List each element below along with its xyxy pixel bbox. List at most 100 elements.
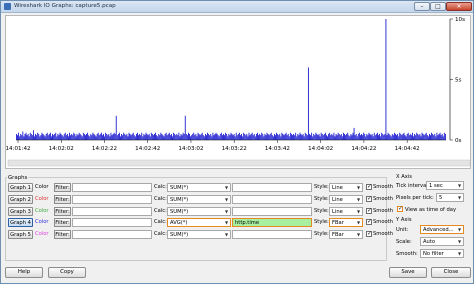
style-select[interactable]: Line ▼ — [329, 206, 363, 216]
calc-field-input[interactable] — [232, 183, 312, 192]
chart-bar — [352, 132, 354, 140]
y-axis-heading: Y Axis — [396, 217, 412, 223]
chart-bar — [248, 132, 250, 140]
graph-filter-input[interactable] — [72, 194, 152, 204]
scale-select[interactable]: Auto ▼ — [420, 237, 464, 246]
graph-toggle-button[interactable]: Graph 4 — [8, 218, 33, 228]
x-tick-label: 14:04:42 — [395, 146, 420, 152]
unit-select[interactable]: Advanced... ▼ — [420, 225, 464, 234]
calc-select[interactable]: SUM(*) ▼ — [167, 183, 231, 192]
calc-select[interactable]: SUM(*) ▼ — [167, 194, 231, 204]
chart-bar — [64, 132, 66, 140]
chart-bar — [227, 136, 229, 140]
chart-bar — [175, 135, 177, 140]
plot-scrollbar[interactable] — [7, 159, 471, 167]
chart-bar — [303, 136, 305, 140]
graph-toggle-button[interactable]: Graph 2 — [8, 194, 33, 204]
chart-bar — [358, 132, 360, 140]
close-button[interactable]: Close — [431, 267, 471, 278]
smooth-checkbox[interactable] — [366, 230, 372, 238]
chart-bar — [376, 132, 378, 140]
calc-field-input[interactable] — [232, 194, 312, 204]
graph-filter-button[interactable]: Filter: — [54, 230, 71, 240]
smooth-filter-select[interactable]: No filter ▼ — [420, 249, 464, 258]
chart-bar — [299, 132, 301, 140]
chart-bar — [200, 133, 202, 140]
graphs-group-label: Graphs — [7, 175, 29, 181]
chart-bar — [71, 133, 73, 140]
style-select[interactable]: FBar ▼ — [329, 218, 363, 228]
graphs-group: Graph 1 Color Filter: Calc: SUM(*) ▼ Style: Lin… — [5, 177, 393, 261]
chart-bar — [86, 133, 87, 140]
graph-color-button[interactable]: Color — [35, 184, 49, 190]
chevron-down-icon: ▼ — [457, 239, 462, 244]
chart-bar — [251, 132, 253, 140]
chart-bar — [348, 135, 350, 140]
view-time-checkbox[interactable] — [397, 205, 403, 212]
chart-bar — [34, 136, 35, 140]
chart-bar — [158, 133, 160, 140]
maximize-button[interactable]: □ — [430, 2, 446, 11]
close-window-button[interactable]: ✕ — [446, 2, 472, 11]
chart-bar — [198, 133, 200, 140]
chart-bar — [415, 135, 417, 140]
smooth-checkbox[interactable] — [366, 207, 372, 214]
calc-field-input[interactable] — [232, 230, 312, 240]
graph-color-button[interactable]: Color — [35, 231, 49, 237]
style-select[interactable]: Line ▼ — [329, 194, 363, 204]
chart-bar — [162, 135, 164, 140]
graph-filter-button[interactable]: Filter: — [54, 194, 71, 204]
chart-bar — [277, 133, 279, 140]
copy-button[interactable]: Copy — [48, 267, 86, 278]
calc-label: Calc: — [154, 207, 167, 214]
save-button[interactable]: Save — [389, 267, 427, 278]
chart-bar — [202, 135, 204, 140]
graph-color-button[interactable]: Color — [35, 219, 49, 225]
chart-bar — [438, 133, 440, 140]
chart-bar — [193, 132, 195, 140]
graph-color-button[interactable]: Color — [35, 196, 49, 202]
calc-field-input[interactable] — [232, 206, 312, 216]
chart-bar — [391, 133, 393, 140]
chart-bar — [44, 136, 46, 140]
chart-bar — [232, 135, 234, 140]
calc-select[interactable]: AVG(*) ▼ — [167, 218, 231, 228]
calc-select[interactable]: SUM(*) ▼ — [167, 230, 231, 240]
graph-toggle-button[interactable]: Graph 1 — [8, 183, 33, 192]
pixels-per-tick-label: Pixels per tick: — [396, 195, 434, 201]
graph-filter-button[interactable]: Filter: — [54, 206, 71, 216]
style-select[interactable]: FBar ▼ — [329, 230, 363, 240]
graph-filter-input[interactable] — [72, 230, 152, 240]
chart-bar — [295, 132, 297, 140]
graph-filter-input[interactable] — [72, 183, 152, 192]
graph-color-button[interactable]: Color — [35, 208, 49, 214]
smooth-checkbox[interactable] — [366, 218, 372, 226]
minimize-button[interactable]: – — [414, 2, 430, 11]
style-label: Style: — [314, 195, 329, 202]
smooth-checkbox[interactable] — [366, 195, 372, 202]
help-button[interactable]: Help — [5, 267, 43, 278]
pixels-per-tick-select[interactable]: 5 ▼ — [436, 193, 464, 202]
graph-filter-button[interactable]: Filter: — [54, 218, 71, 228]
calc-select[interactable]: SUM(*) ▼ — [167, 206, 231, 216]
chart-bar — [346, 133, 348, 140]
chart-bar — [244, 133, 246, 140]
calc-field-input[interactable]: http.time — [232, 218, 312, 228]
chart-bar — [263, 136, 265, 140]
chart-bar — [58, 135, 60, 140]
chart-bar — [104, 136, 106, 140]
smooth-checkbox[interactable] — [366, 183, 372, 190]
chart-bar — [233, 133, 235, 140]
graph-toggle-button[interactable]: Graph 3 — [8, 206, 33, 216]
style-select[interactable]: Line ▼ — [329, 183, 363, 192]
graph-filter-input[interactable] — [72, 218, 152, 228]
y-tick-label: 10s — [455, 17, 465, 23]
graph-toggle-button[interactable]: Graph 5 — [8, 230, 33, 240]
style-label: Style: — [314, 219, 329, 226]
chart-bar — [298, 135, 300, 140]
graph-filter-button[interactable]: Filter: — [54, 183, 71, 192]
tick-interval-select[interactable]: 1 sec ▼ — [426, 181, 464, 190]
graph-filter-input[interactable] — [72, 206, 152, 216]
chart-bar — [226, 133, 228, 140]
chevron-down-icon: ▼ — [224, 220, 229, 226]
